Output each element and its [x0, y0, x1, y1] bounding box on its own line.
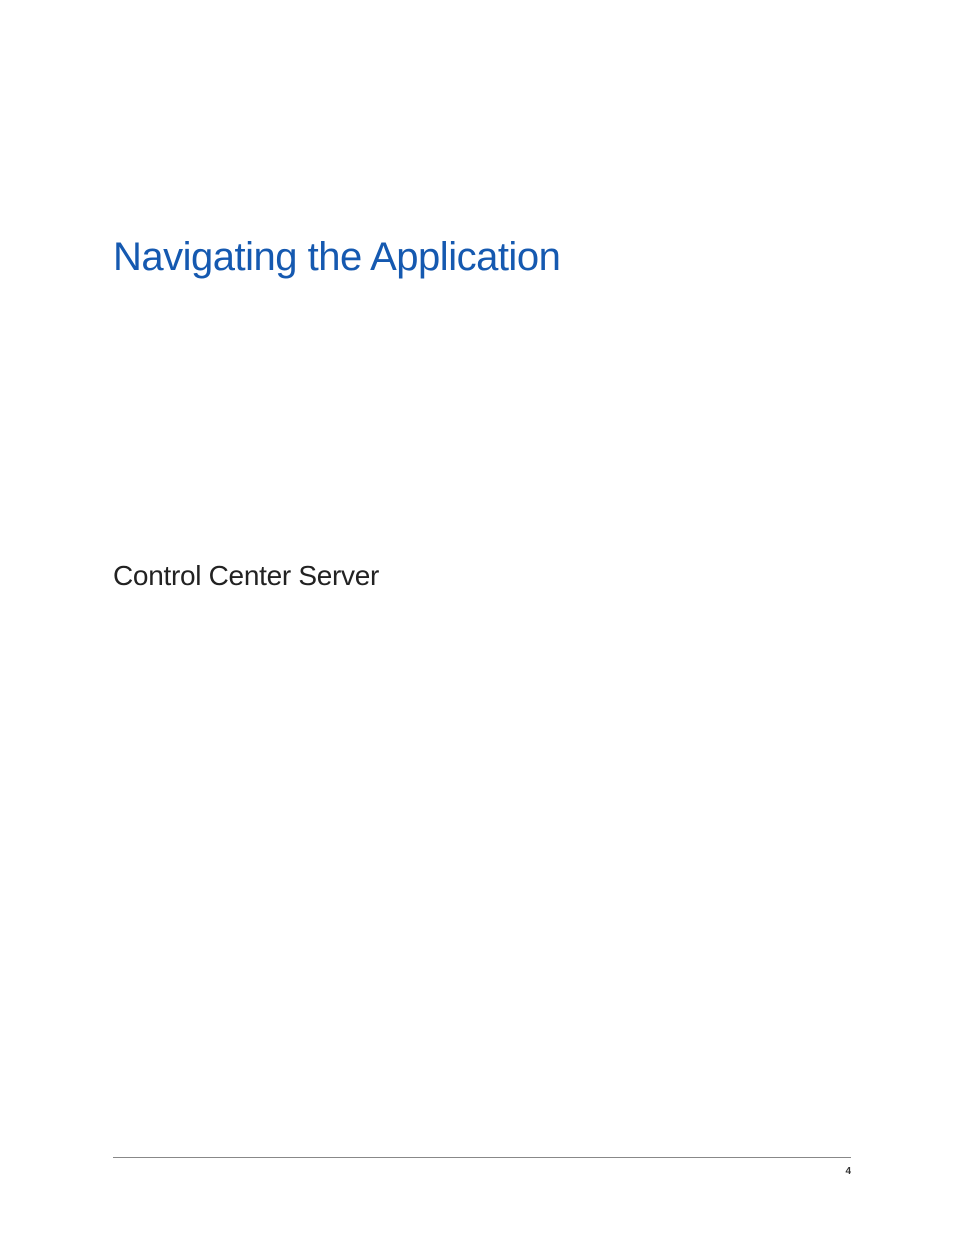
page-content: Navigating the Application Control Cente… [0, 0, 954, 592]
section-heading: Control Center Server [113, 560, 854, 592]
chapter-title: Navigating the Application [113, 235, 854, 280]
footer-rule [113, 1157, 851, 1158]
page-number: 4 [845, 1166, 851, 1177]
